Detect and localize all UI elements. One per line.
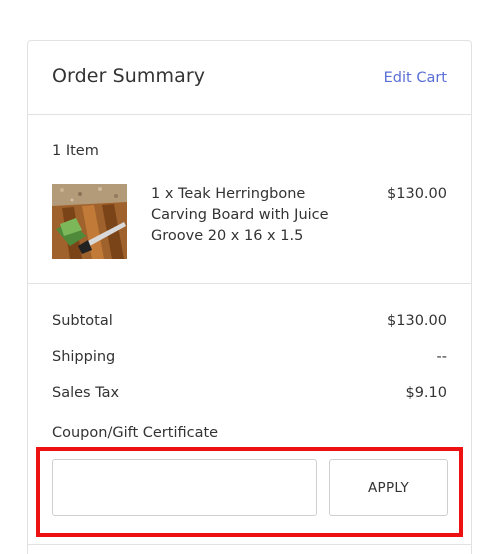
sales-tax-value: $9.10: [405, 385, 447, 401]
coupon-input[interactable]: [52, 459, 317, 516]
item-count: 1 Item: [52, 143, 99, 159]
sales-tax-label: Sales Tax: [52, 385, 120, 401]
shipping-label: Shipping: [52, 349, 116, 365]
order-summary-title: Order Summary: [52, 65, 206, 87]
order-summary-card: Order Summary Edit Cart 1 Item 1 x Teak …: [27, 40, 472, 554]
cutting-board-thumbnail-icon: [52, 184, 127, 259]
subtotal-row: Subtotal $130.00: [52, 313, 447, 335]
shipping-value: --: [436, 349, 447, 365]
edit-cart-link[interactable]: Edit Cart: [384, 70, 447, 86]
cart-items-section: 1 Item 1 x Teak Herringbone Carving Boar…: [28, 116, 471, 284]
sales-tax-row: Sales Tax $9.10: [52, 385, 447, 407]
product-thumbnail: [52, 184, 127, 259]
product-name: 1 x Teak Herringbone Carving Board with …: [151, 186, 329, 244]
apply-coupon-button[interactable]: APPLY: [329, 459, 448, 516]
order-summary-header: Order Summary Edit Cart: [28, 41, 471, 115]
shipping-row: Shipping --: [52, 349, 447, 371]
product-price: $130.00: [387, 186, 447, 202]
divider: [28, 544, 471, 545]
subtotal-value: $130.00: [387, 313, 447, 329]
coupon-label: Coupon/Gift Certificate: [52, 425, 219, 441]
subtotal-label: Subtotal: [52, 313, 113, 329]
